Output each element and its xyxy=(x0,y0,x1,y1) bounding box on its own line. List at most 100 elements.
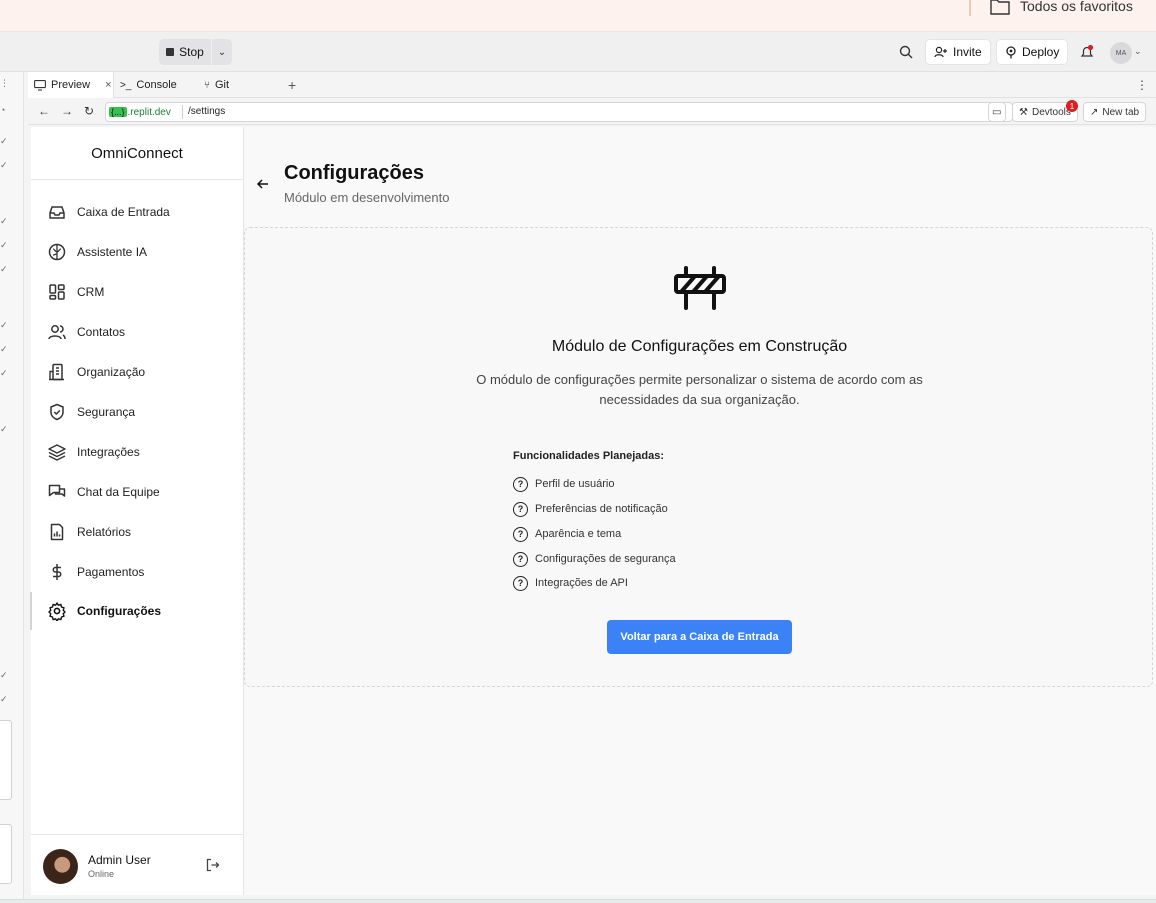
sidebar-item-settings[interactable]: Configurações xyxy=(30,592,243,630)
add-tab-button[interactable]: + xyxy=(282,72,302,98)
sidebar-item-crm[interactable]: CRM xyxy=(31,273,243,311)
sidebar-item-ai-assistant[interactable]: Assistente IA xyxy=(31,233,243,271)
brain-icon xyxy=(48,243,66,261)
forward-icon[interactable]: → xyxy=(61,104,73,118)
terminal-icon: >_ xyxy=(120,79,132,91)
dollar-icon xyxy=(52,564,62,580)
users-icon xyxy=(48,325,66,340)
close-icon[interactable]: × xyxy=(105,79,111,91)
chat-input-edge[interactable] xyxy=(0,720,12,800)
sidebar-item-contacts[interactable]: Contatos xyxy=(31,313,243,351)
reload-icon[interactable]: ↻ xyxy=(84,104,94,118)
sidebar-item-label: Organização xyxy=(77,365,146,379)
run-options-dropdown[interactable]: ⌄ xyxy=(212,39,232,65)
tab-label: Preview xyxy=(51,79,91,91)
app-preview: OmniConnect Caixa de Entrada Assistente … xyxy=(30,127,1156,895)
sidebar: OmniConnect Caixa de Entrada Assistente … xyxy=(30,127,244,895)
sidebar-item-organization[interactable]: Organização xyxy=(31,353,243,391)
feature-label: Preferências de notificação xyxy=(535,503,668,515)
devtools-label: Devtools xyxy=(1031,106,1071,118)
check-icon: ✓ xyxy=(0,368,8,378)
sidebar-item-label: Contatos xyxy=(77,325,126,339)
check-icon: ✓ xyxy=(0,136,8,146)
deploy-label: Deploy xyxy=(1022,45,1060,59)
list-item: ? Preferências de notificação xyxy=(513,500,668,518)
sidebar-item-label: Caixa de Entrada xyxy=(77,205,170,219)
device-preview-button[interactable]: ▭ xyxy=(988,102,1006,122)
more-options-icon[interactable]: ⋮ xyxy=(1130,72,1148,98)
list-item: ? Aparência e tema xyxy=(513,525,621,543)
new-tab-button[interactable]: ↗ New tab xyxy=(1083,102,1147,122)
gear-icon xyxy=(48,602,66,621)
page-title: Configurações xyxy=(284,162,425,184)
sidebar-item-label: Chat da Equipe xyxy=(77,485,160,499)
inbox-icon xyxy=(49,206,65,219)
chevron-down-icon[interactable]: ⌄ xyxy=(1134,46,1142,57)
user-status: Online xyxy=(88,869,115,879)
check-icon: ✓ xyxy=(0,424,8,434)
pane-tabs: Preview × >_ Console ⑂ Git + ⋮ xyxy=(28,72,1156,98)
sidebar-item-integrations[interactable]: Integrações xyxy=(31,433,243,471)
url-host-domain: .replit.dev xyxy=(127,106,171,118)
sidebar-item-inbox[interactable]: Caixa de Entrada xyxy=(31,193,243,231)
back-to-inbox-button[interactable]: Voltar para a Caixa de Entrada xyxy=(607,620,792,654)
invite-button[interactable]: Invite xyxy=(925,39,991,65)
stop-icon xyxy=(166,48,175,56)
user-name: Admin User xyxy=(88,853,151,867)
tab-preview[interactable]: Preview × xyxy=(28,72,114,98)
question-circle-icon: ? xyxy=(513,501,528,517)
feature-label: Configurações de segurança xyxy=(535,553,676,565)
sidebar-item-label: CRM xyxy=(77,285,105,299)
check-icon: ✓ xyxy=(0,670,8,680)
more-options-icon[interactable]: ⋮ xyxy=(0,78,9,89)
layers-icon xyxy=(48,444,66,461)
page-subtitle: Módulo em desenvolvimento xyxy=(284,190,450,205)
url-host-prefix: {...} xyxy=(109,107,127,117)
question-circle-icon: ? xyxy=(513,575,528,591)
back-arrow-icon[interactable] xyxy=(256,177,270,191)
check-icon: ✓ xyxy=(0,320,8,330)
back-icon[interactable]: ← xyxy=(38,104,50,118)
sidebar-item-label: Configurações xyxy=(77,604,162,618)
avatar[interactable] xyxy=(43,849,78,884)
url-path: /settings xyxy=(188,106,226,117)
file-tree-edge: ⋮ ◔ ✓ ✓ ✓ ✓ ✓ ✓ ✓ ✓ ✓ ✓ ✓ xyxy=(0,72,24,903)
message-box-edge[interactable] xyxy=(0,824,12,884)
sidebar-item-team-chat[interactable]: Chat da Equipe xyxy=(31,473,243,511)
panel-heading: Módulo de Configurações em Construção xyxy=(551,338,848,355)
brand-name: OmniConnect xyxy=(31,127,243,180)
sidebar-item-payments[interactable]: Pagamentos xyxy=(31,553,243,591)
construction-barrier-icon xyxy=(674,266,726,310)
stop-button[interactable]: Stop xyxy=(159,39,211,65)
git-branch-icon: ⑂ xyxy=(204,79,210,91)
notifications-button[interactable] xyxy=(1077,42,1097,62)
invite-label: Invite xyxy=(953,45,982,59)
question-circle-icon: ? xyxy=(513,476,528,492)
search-button[interactable] xyxy=(896,42,916,62)
all-favorites-button[interactable]: Todos os favoritos xyxy=(990,0,1133,15)
user-profile: Admin User Online xyxy=(31,834,243,895)
account-avatar[interactable]: MA xyxy=(1110,42,1132,64)
sidebar-item-reports[interactable]: Relatórios xyxy=(31,513,243,551)
deploy-button[interactable]: Deploy xyxy=(996,39,1069,65)
url-input[interactable]: {...} .replit.dev /settings → xyxy=(105,102,1013,122)
logout-icon[interactable] xyxy=(205,857,221,873)
sidebar-item-label: Assistente IA xyxy=(77,245,148,259)
list-item: ? Perfil de usuário xyxy=(513,475,615,493)
folder-icon xyxy=(990,0,1010,15)
tab-git[interactable]: ⑂ Git xyxy=(198,72,278,98)
tab-console[interactable]: >_ Console xyxy=(114,72,198,98)
add-user-icon xyxy=(934,46,947,58)
bell-icon xyxy=(1080,44,1094,57)
building-icon xyxy=(49,363,64,381)
dashboard-icon xyxy=(49,284,65,300)
sidebar-item-label: Pagamentos xyxy=(77,565,145,579)
main-content: Configurações Módulo em desenvolvimento … xyxy=(244,127,1156,895)
sidebar-item-security[interactable]: Segurança xyxy=(31,393,243,431)
chevron-down-icon: ⌄ xyxy=(217,46,227,58)
workspace-topbar: Stop ⌄ Invite Deploy MA ⌄ xyxy=(0,32,1156,72)
check-icon: ✓ xyxy=(0,344,8,354)
stop-label: Stop xyxy=(179,45,204,59)
deploy-icon xyxy=(1006,45,1016,58)
sync-icon[interactable]: ◔ xyxy=(0,105,5,115)
